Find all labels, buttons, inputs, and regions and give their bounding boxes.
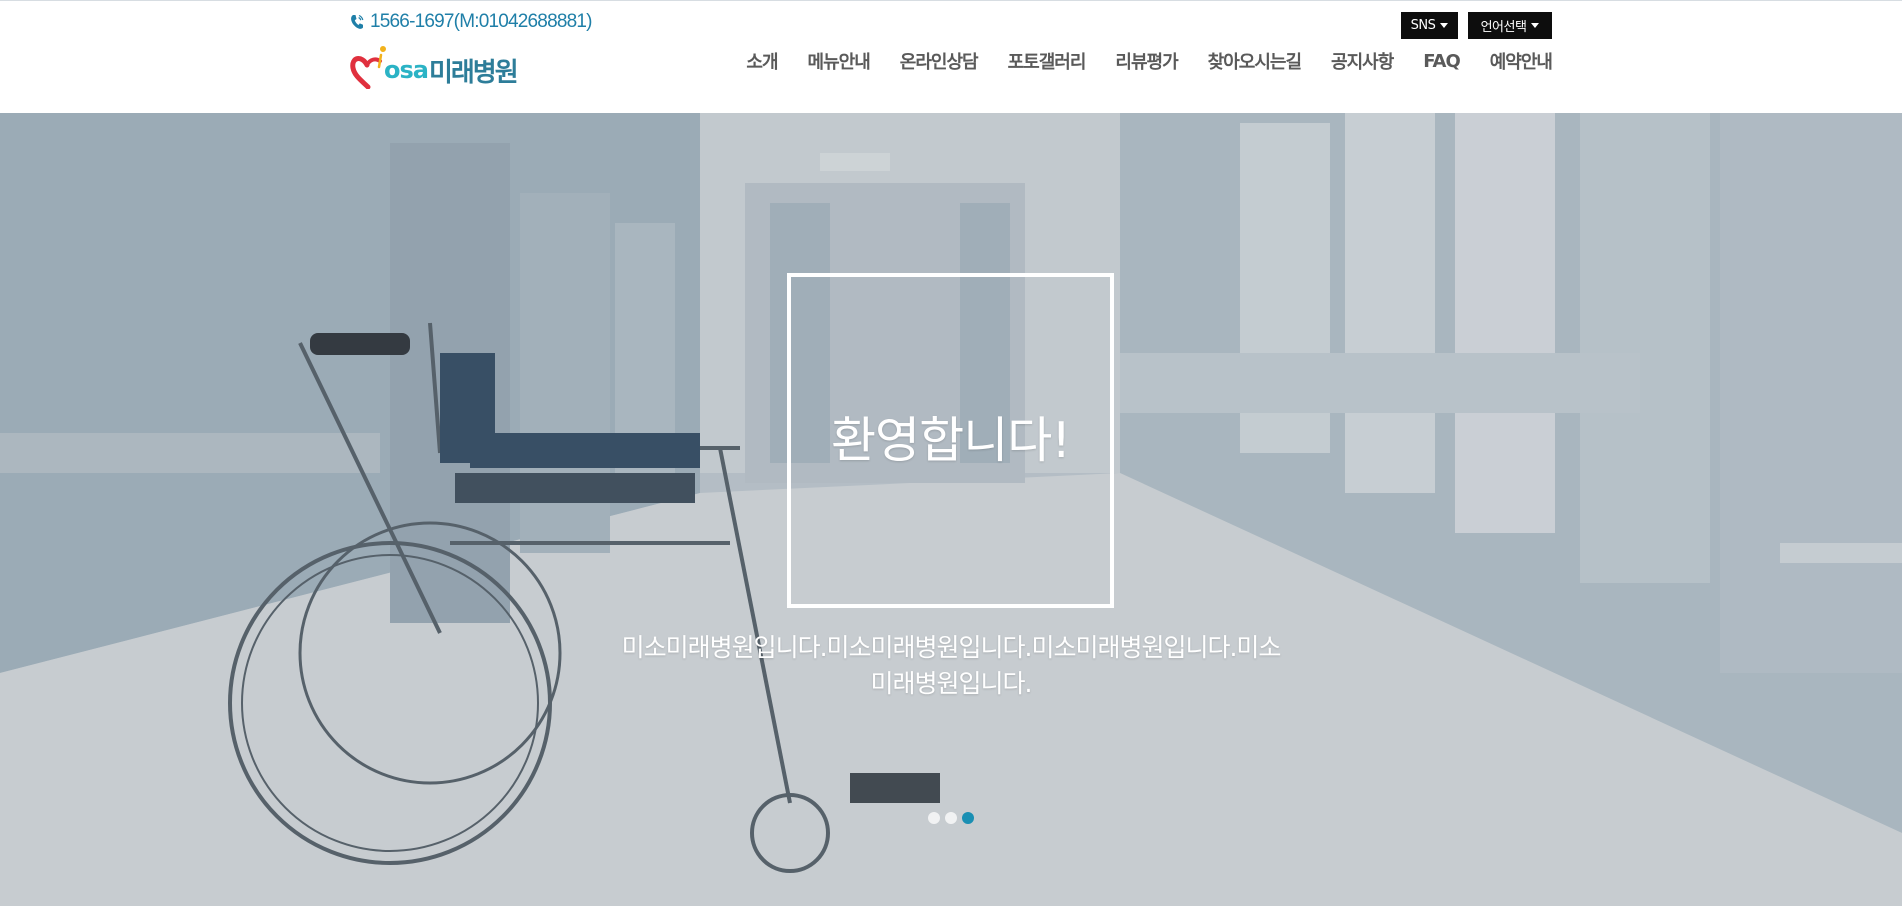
slider-pagination [928,812,974,826]
nav-item-online-consult[interactable]: 온라인상담 [900,48,979,74]
nav-item-photo-gallery[interactable]: 포토갤러리 [1008,48,1087,74]
nav-item-reservation[interactable]: 예약안내 [1490,48,1553,74]
nav-item-directions[interactable]: 찾아오시는길 [1208,48,1302,74]
hero-heading: 환영합니다! [830,412,1071,469]
slider-dot-1[interactable] [928,812,940,824]
slider-dot-3[interactable] [962,812,974,824]
phone-text: 1566-1697(M:01042688881) [370,11,592,32]
language-select-button[interactable]: 언어선택 [1468,12,1552,39]
site-header: 1566-1697(M:01042688881) osa 미래병원 SNS 언어… [0,1,1902,113]
hero-tagline: 미소미래병원입니다.미소미래병원입니다.미소미래병원입니다.미소 미래병원입니다… [600,630,1302,702]
caret-down-icon [1531,23,1540,28]
sns-dropdown-button[interactable]: SNS [1401,12,1458,39]
caret-down-icon [1440,23,1449,28]
hero-slider: 환영합니다! 미소미래병원입니다.미소미래병원입니다.미소미래병원입니다.미소 … [0,113,1902,906]
logo-korean-text: 미래병원 [428,57,519,88]
heart-logo-icon [350,43,386,90]
hero-tagline-line-2: 미래병원입니다. [870,669,1033,698]
slider-dot-2[interactable] [945,812,957,824]
welcome-frame: 환영합니다! [787,273,1114,608]
main-nav: 소개 메뉴안내 온라인상담 포토갤러리 리뷰평가 찾아오시는길 공지사항 FAQ… [746,47,1553,75]
nav-item-menu[interactable]: 메뉴안내 [808,48,871,74]
phone-icon [351,14,364,29]
logo-latin-text: osa [384,56,429,84]
nav-item-notices[interactable]: 공지사항 [1331,48,1394,74]
site-logo[interactable]: osa 미래병원 [350,41,540,91]
nav-item-reviews[interactable]: 리뷰평가 [1115,48,1178,74]
nav-item-intro[interactable]: 소개 [746,48,778,74]
nav-item-faq[interactable]: FAQ [1423,51,1460,72]
sns-label: SNS [1410,18,1436,33]
phone-number[interactable]: 1566-1697(M:01042688881) [350,10,592,34]
language-label: 언어선택 [1480,20,1527,35]
hero-tagline-line-1: 미소미래병원입니다.미소미래병원입니다.미소미래병원입니다.미소 [621,633,1282,662]
